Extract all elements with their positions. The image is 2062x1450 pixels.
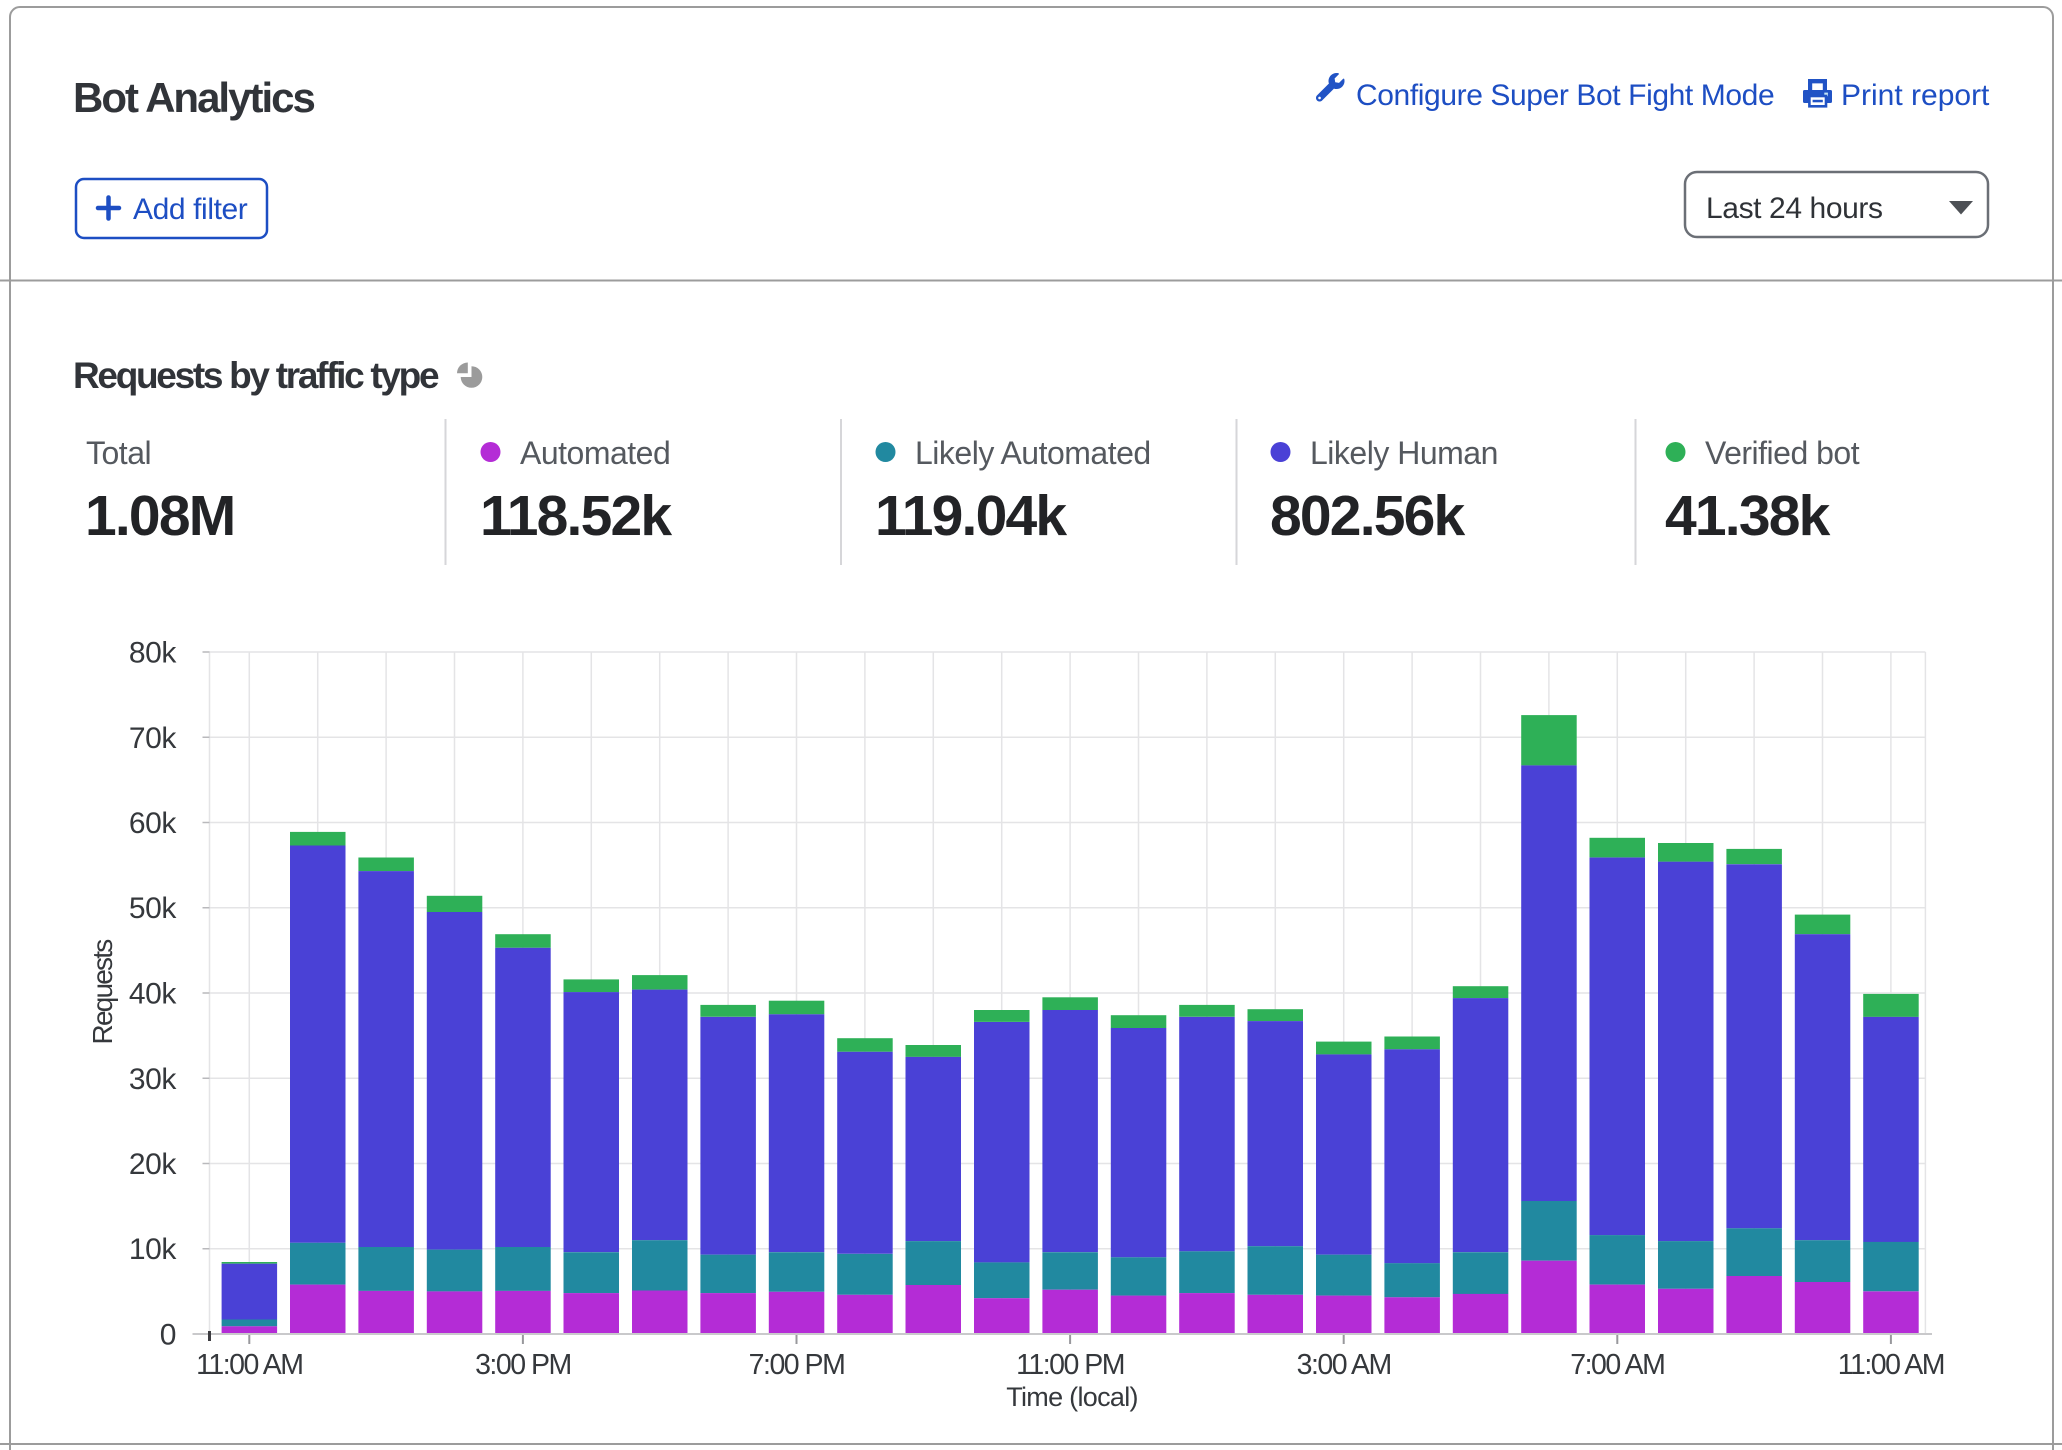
svg-text:Requests by traffic type: Requests by traffic type bbox=[73, 355, 439, 396]
svg-text:10k: 10k bbox=[129, 1233, 178, 1266]
svg-text:1.08M: 1.08M bbox=[85, 484, 234, 548]
svg-text:118.52k: 118.52k bbox=[480, 484, 672, 548]
svg-text:7:00 AM: 7:00 AM bbox=[1570, 1349, 1664, 1381]
svg-text:60k: 60k bbox=[129, 807, 178, 840]
svg-text:70k: 70k bbox=[129, 722, 178, 755]
svg-text:0: 0 bbox=[160, 1319, 176, 1352]
svg-text:Automated: Automated bbox=[520, 435, 670, 471]
svg-text:3:00 AM: 3:00 AM bbox=[1297, 1349, 1391, 1381]
svg-text:Verified bot: Verified bot bbox=[1705, 435, 1860, 471]
svg-text:Print report: Print report bbox=[1841, 79, 1990, 112]
svg-text:119.04k: 119.04k bbox=[875, 484, 1067, 548]
svg-text:11:00 AM: 11:00 AM bbox=[196, 1349, 302, 1381]
svg-text:20k: 20k bbox=[129, 1148, 178, 1181]
svg-text:Last 24 hours: Last 24 hours bbox=[1706, 192, 1883, 225]
svg-text:7:00 PM: 7:00 PM bbox=[749, 1349, 845, 1381]
svg-text:50k: 50k bbox=[129, 892, 178, 925]
svg-text:802.56k: 802.56k bbox=[1270, 484, 1466, 548]
svg-text:11:00 AM: 11:00 AM bbox=[1838, 1349, 1944, 1381]
svg-text:80k: 80k bbox=[129, 637, 178, 670]
svg-text:Add filter: Add filter bbox=[133, 193, 248, 226]
svg-text:Likely Automated: Likely Automated bbox=[915, 435, 1151, 471]
svg-text:Configure Super Bot Fight Mode: Configure Super Bot Fight Mode bbox=[1356, 79, 1774, 112]
svg-text:Likely Human: Likely Human bbox=[1310, 435, 1498, 471]
svg-text:30k: 30k bbox=[129, 1063, 178, 1096]
svg-text:Total: Total bbox=[86, 435, 151, 471]
svg-text:41.38k: 41.38k bbox=[1665, 484, 1831, 548]
svg-text:Time (local): Time (local) bbox=[1006, 1382, 1138, 1412]
svg-text:3:00 PM: 3:00 PM bbox=[475, 1349, 571, 1381]
svg-text:11:00 PM: 11:00 PM bbox=[1016, 1349, 1124, 1381]
svg-text:40k: 40k bbox=[129, 978, 178, 1011]
svg-text:Requests: Requests bbox=[87, 940, 118, 1045]
svg-text:Bot Analytics: Bot Analytics bbox=[73, 74, 314, 121]
